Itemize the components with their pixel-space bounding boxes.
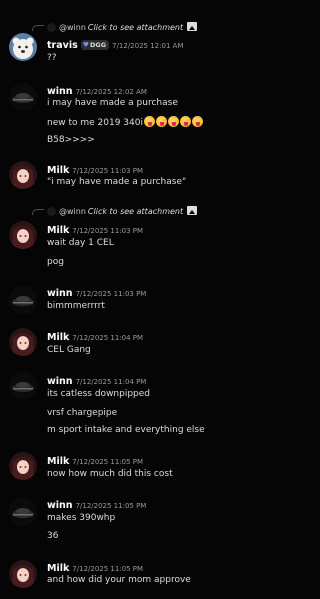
reply-spine	[32, 25, 44, 31]
message-text: its catless downpipped	[47, 389, 151, 399]
message-header: travis ♥DGG 7/12/2025 12:01 AM	[47, 37, 183, 52]
avatar[interactable]	[9, 328, 37, 356]
message-text: pog	[47, 257, 64, 267]
message-text: B58>>>>	[47, 135, 95, 145]
message-text: wait day 1 CEL	[47, 238, 114, 248]
reply-spine	[32, 209, 44, 215]
message-header: winn 7/12/2025 11:05 PM	[47, 497, 146, 512]
chat-message-list: @winn Click to see attachment travis ♥DGG 7…	[0, 0, 297, 599]
username[interactable]: Milk	[47, 332, 69, 343]
message-text: m sport intake and everything else	[47, 425, 205, 435]
message-text: now how much did this cost	[47, 469, 173, 479]
tongue-out-emoji-icon	[191, 116, 203, 127]
avatar[interactable]	[9, 83, 37, 111]
reply-author[interactable]: @winn	[59, 23, 86, 32]
timestamp: 7/12/2025 11:04 PM	[75, 378, 147, 386]
reply-avatar	[47, 23, 56, 32]
message-text: i may have made a purchase	[47, 98, 178, 108]
message-header: Milk 7/12/2025 11:03 PM	[47, 222, 143, 237]
timestamp: 7/12/2025 12:01 AM	[112, 42, 184, 50]
reply-preview[interactable]: @winn Click to see attachment	[32, 22, 198, 33]
message-header: winn 7/12/2025 12:02 AM	[47, 83, 147, 98]
message-text: and how did your mom approve	[47, 575, 191, 585]
avatar[interactable]	[9, 372, 37, 400]
timestamp: 7/12/2025 11:03 PM	[72, 227, 144, 235]
message-text: "i may have made a purchase"	[47, 177, 187, 187]
username[interactable]: Milk	[47, 165, 69, 176]
reply-avatar	[47, 207, 56, 216]
message-header: winn 7/12/2025 11:03 PM	[47, 285, 146, 300]
avatar[interactable]	[9, 33, 37, 61]
message-header: Milk 7/12/2025 11:04 PM	[47, 329, 143, 344]
timestamp: 7/12/2025 12:02 AM	[75, 88, 147, 96]
badge-label: DGG	[90, 41, 107, 49]
avatar[interactable]	[9, 161, 37, 189]
username[interactable]: winn	[47, 86, 73, 97]
avatar[interactable]	[9, 286, 37, 314]
timestamp: 7/12/2025 11:05 PM	[72, 565, 144, 573]
username[interactable]: Milk	[47, 456, 69, 467]
message-header: Milk 7/12/2025 11:03 PM	[47, 162, 143, 177]
username[interactable]: winn	[47, 500, 73, 511]
message-text: vrsf chargepipe	[47, 408, 118, 418]
image-icon	[187, 206, 198, 215]
reply-text[interactable]: Click to see attachment	[88, 207, 183, 216]
message-text: ??	[47, 53, 57, 63]
tongue-out-emoji-icon	[179, 116, 191, 127]
timestamp: 7/12/2025 11:05 PM	[75, 502, 147, 510]
message-header: winn 7/12/2025 11:04 PM	[47, 373, 146, 388]
username[interactable]: Milk	[47, 563, 69, 574]
avatar[interactable]	[9, 221, 37, 249]
image-icon	[187, 22, 198, 31]
message-text-with-emoji: new to me 2019 340i	[47, 116, 203, 129]
avatar[interactable]	[9, 498, 37, 526]
username[interactable]: winn	[47, 288, 73, 299]
avatar[interactable]	[9, 452, 37, 480]
timestamp: 7/12/2025 11:03 PM	[72, 167, 144, 175]
reply-author[interactable]: @winn	[59, 207, 86, 216]
message-text: new to me 2019 340i	[47, 118, 143, 128]
reply-text[interactable]: Click to see attachment	[88, 23, 183, 32]
reply-preview[interactable]: @winn Click to see attachment	[32, 206, 198, 217]
message-text: CEL Gang	[47, 345, 91, 355]
message-header: Milk 7/12/2025 11:05 PM	[47, 453, 143, 468]
username[interactable]: winn	[47, 376, 73, 387]
message-header: Milk 7/12/2025 11:05 PM	[47, 560, 143, 575]
timestamp: 7/12/2025 11:03 PM	[75, 290, 147, 298]
guild-tag-badge[interactable]: ♥DGG	[80, 40, 110, 50]
tongue-out-emoji-icon	[155, 116, 167, 127]
message-text: 36	[47, 531, 59, 541]
username[interactable]: Milk	[47, 225, 69, 236]
avatar[interactable]	[9, 560, 37, 588]
username[interactable]: travis	[47, 40, 78, 51]
message-text: makes 390whp	[47, 513, 116, 523]
tongue-out-emoji-icon	[143, 116, 155, 127]
heart-icon: ♥	[82, 41, 90, 49]
timestamp: 7/12/2025 11:05 PM	[72, 458, 144, 466]
timestamp: 7/12/2025 11:04 PM	[72, 334, 144, 342]
message-text: bimmmerrrrt	[47, 301, 105, 311]
tongue-out-emoji-icon	[167, 116, 179, 127]
